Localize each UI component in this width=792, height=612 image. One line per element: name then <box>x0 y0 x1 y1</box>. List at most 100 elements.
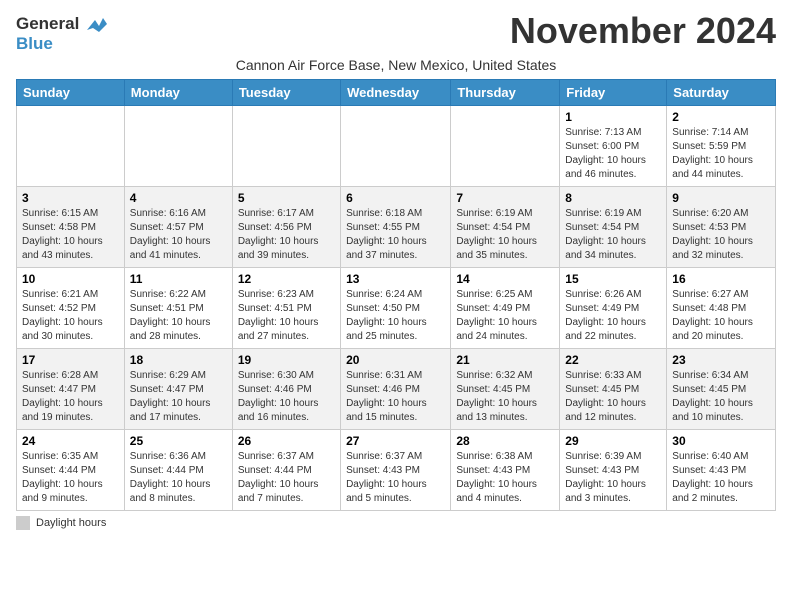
logo-blue: Blue <box>16 34 53 53</box>
day-number: 24 <box>22 434 119 448</box>
subtitle: Cannon Air Force Base, New Mexico, Unite… <box>16 57 776 73</box>
day-cell: 29Sunrise: 6:39 AM Sunset: 4:43 PM Dayli… <box>560 430 667 511</box>
day-number: 18 <box>130 353 227 367</box>
footer: Daylight hours <box>16 516 776 530</box>
day-cell: 14Sunrise: 6:25 AM Sunset: 4:49 PM Dayli… <box>451 268 560 349</box>
day-cell <box>451 106 560 187</box>
col-thursday: Thursday <box>451 80 560 106</box>
day-info: Sunrise: 6:40 AM Sunset: 4:43 PM Dayligh… <box>672 450 770 506</box>
day-number: 30 <box>672 434 770 448</box>
day-info: Sunrise: 6:34 AM Sunset: 4:45 PM Dayligh… <box>672 369 770 425</box>
day-cell: 8Sunrise: 6:19 AM Sunset: 4:54 PM Daylig… <box>560 187 667 268</box>
page: General Blue November 2024 Cannon Air Fo… <box>0 0 792 540</box>
day-cell: 28 Sunrise: 6:38 AM Sunset: 4:43 PM Dayli… <box>451 430 560 511</box>
day-cell: 26Sunrise: 6:37 AM Sunset: 4:44 PM Dayli… <box>232 430 340 511</box>
day-number: 22 <box>565 353 661 367</box>
day-cell: 10 Sunrise: 6:21 AM Sunset: 4:52 PM Dayli… <box>17 268 125 349</box>
day-cell <box>17 106 125 187</box>
day-info: Sunrise: 6:16 AM Sunset: 4:57 PM Dayligh… <box>130 207 227 263</box>
week-row-4: 17Sunrise: 6:28 AM Sunset: 4:47 PM Dayli… <box>17 349 776 430</box>
day-number: 21 <box>456 353 554 367</box>
day-cell: 7Sunrise: 6:19 AM Sunset: 4:54 PM Daylig… <box>451 187 560 268</box>
day-cell: 13 Sunrise: 6:24 AM Sunset: 4:50 PM Dayli… <box>341 268 451 349</box>
day-cell: 4Sunrise: 6:16 AM Sunset: 4:57 PM Daylig… <box>124 187 232 268</box>
day-cell: 21 Sunrise: 6:32 AM Sunset: 4:45 PM Dayli… <box>451 349 560 430</box>
day-number: 12 <box>238 272 335 286</box>
day-number: 19 <box>238 353 335 367</box>
day-cell: 6 Sunrise: 6:18 AM Sunset: 4:55 PM Daylig… <box>341 187 451 268</box>
day-cell: 25 Sunrise: 6:36 AM Sunset: 4:44 PM Dayli… <box>124 430 232 511</box>
day-info: Sunrise: 6:18 AM Sunset: 4:55 PM Dayligh… <box>346 207 445 263</box>
day-info: Sunrise: 6:31 AM Sunset: 4:46 PM Dayligh… <box>346 369 445 425</box>
day-info: Sunrise: 6:28 AM Sunset: 4:47 PM Dayligh… <box>22 369 119 425</box>
day-number: 28 <box>456 434 554 448</box>
day-cell: 9Sunrise: 6:20 AM Sunset: 4:53 PM Daylig… <box>667 187 776 268</box>
day-cell: 12Sunrise: 6:23 AM Sunset: 4:51 PM Dayli… <box>232 268 340 349</box>
logo-general: General <box>16 14 79 33</box>
day-info: Sunrise: 6:26 AM Sunset: 4:49 PM Dayligh… <box>565 288 661 344</box>
day-cell: 2 Sunrise: 7:14 AM Sunset: 5:59 PM Daylig… <box>667 106 776 187</box>
logo-text: General Blue <box>16 14 107 53</box>
col-friday: Friday <box>560 80 667 106</box>
day-cell: 30 Sunrise: 6:40 AM Sunset: 4:43 PM Dayli… <box>667 430 776 511</box>
day-number: 16 <box>672 272 770 286</box>
logo: General Blue <box>16 14 107 53</box>
week-row-1: 1Sunrise: 7:13 AM Sunset: 6:00 PM Daylig… <box>17 106 776 187</box>
day-cell <box>124 106 232 187</box>
day-cell <box>232 106 340 187</box>
day-number: 23 <box>672 353 770 367</box>
day-number: 27 <box>346 434 445 448</box>
day-number: 15 <box>565 272 661 286</box>
month-title: November 2024 <box>510 10 776 52</box>
day-cell: 17Sunrise: 6:28 AM Sunset: 4:47 PM Dayli… <box>17 349 125 430</box>
header: General Blue November 2024 <box>16 10 776 53</box>
col-tuesday: Tuesday <box>232 80 340 106</box>
day-info: Sunrise: 6:21 AM Sunset: 4:52 PM Dayligh… <box>22 288 119 344</box>
day-info: Sunrise: 6:32 AM Sunset: 4:45 PM Dayligh… <box>456 369 554 425</box>
day-number: 29 <box>565 434 661 448</box>
day-number: 11 <box>130 272 227 286</box>
day-cell: 5 Sunrise: 6:17 AM Sunset: 4:56 PM Daylig… <box>232 187 340 268</box>
day-info: Sunrise: 6:19 AM Sunset: 4:54 PM Dayligh… <box>456 207 554 263</box>
day-info: Sunrise: 6:33 AM Sunset: 4:45 PM Dayligh… <box>565 369 661 425</box>
day-info: Sunrise: 6:37 AM Sunset: 4:43 PM Dayligh… <box>346 450 445 506</box>
day-cell: 24Sunrise: 6:35 AM Sunset: 4:44 PM Dayli… <box>17 430 125 511</box>
day-number: 25 <box>130 434 227 448</box>
day-cell: 19 Sunrise: 6:30 AM Sunset: 4:46 PM Dayli… <box>232 349 340 430</box>
day-info: Sunrise: 6:29 AM Sunset: 4:47 PM Dayligh… <box>130 369 227 425</box>
day-info: Sunrise: 6:24 AM Sunset: 4:50 PM Dayligh… <box>346 288 445 344</box>
day-number: 9 <box>672 191 770 205</box>
day-info: Sunrise: 6:22 AM Sunset: 4:51 PM Dayligh… <box>130 288 227 344</box>
day-number: 8 <box>565 191 661 205</box>
day-info: Sunrise: 7:14 AM Sunset: 5:59 PM Dayligh… <box>672 126 770 182</box>
col-monday: Monday <box>124 80 232 106</box>
day-number: 20 <box>346 353 445 367</box>
day-info: Sunrise: 6:30 AM Sunset: 4:46 PM Dayligh… <box>238 369 335 425</box>
day-cell: 22 Sunrise: 6:33 AM Sunset: 4:45 PM Dayli… <box>560 349 667 430</box>
day-info: Sunrise: 7:13 AM Sunset: 6:00 PM Dayligh… <box>565 126 661 182</box>
day-number: 10 <box>22 272 119 286</box>
day-cell: 16Sunrise: 6:27 AM Sunset: 4:48 PM Dayli… <box>667 268 776 349</box>
col-wednesday: Wednesday <box>341 80 451 106</box>
day-cell: 20 Sunrise: 6:31 AM Sunset: 4:46 PM Dayli… <box>341 349 451 430</box>
day-cell <box>341 106 451 187</box>
day-number: 3 <box>22 191 119 205</box>
day-info: Sunrise: 6:15 AM Sunset: 4:58 PM Dayligh… <box>22 207 119 263</box>
day-info: Sunrise: 6:38 AM Sunset: 4:43 PM Dayligh… <box>456 450 554 506</box>
logo-bird-icon <box>85 16 107 34</box>
day-number: 13 <box>346 272 445 286</box>
day-info: Sunrise: 6:36 AM Sunset: 4:44 PM Dayligh… <box>130 450 227 506</box>
day-number: 6 <box>346 191 445 205</box>
legend-box <box>16 516 30 530</box>
day-cell: 3 Sunrise: 6:15 AM Sunset: 4:58 PM Daylig… <box>17 187 125 268</box>
week-row-2: 3 Sunrise: 6:15 AM Sunset: 4:58 PM Daylig… <box>17 187 776 268</box>
day-cell: 18 Sunrise: 6:29 AM Sunset: 4:47 PM Dayli… <box>124 349 232 430</box>
day-number: 2 <box>672 110 770 124</box>
day-info: Sunrise: 6:37 AM Sunset: 4:44 PM Dayligh… <box>238 450 335 506</box>
day-cell: 27 Sunrise: 6:37 AM Sunset: 4:43 PM Dayli… <box>341 430 451 511</box>
day-number: 5 <box>238 191 335 205</box>
day-cell: 15 Sunrise: 6:26 AM Sunset: 4:49 PM Dayli… <box>560 268 667 349</box>
week-row-3: 10 Sunrise: 6:21 AM Sunset: 4:52 PM Dayli… <box>17 268 776 349</box>
day-info: Sunrise: 6:17 AM Sunset: 4:56 PM Dayligh… <box>238 207 335 263</box>
header-row: Sunday Monday Tuesday Wednesday Thursday… <box>17 80 776 106</box>
